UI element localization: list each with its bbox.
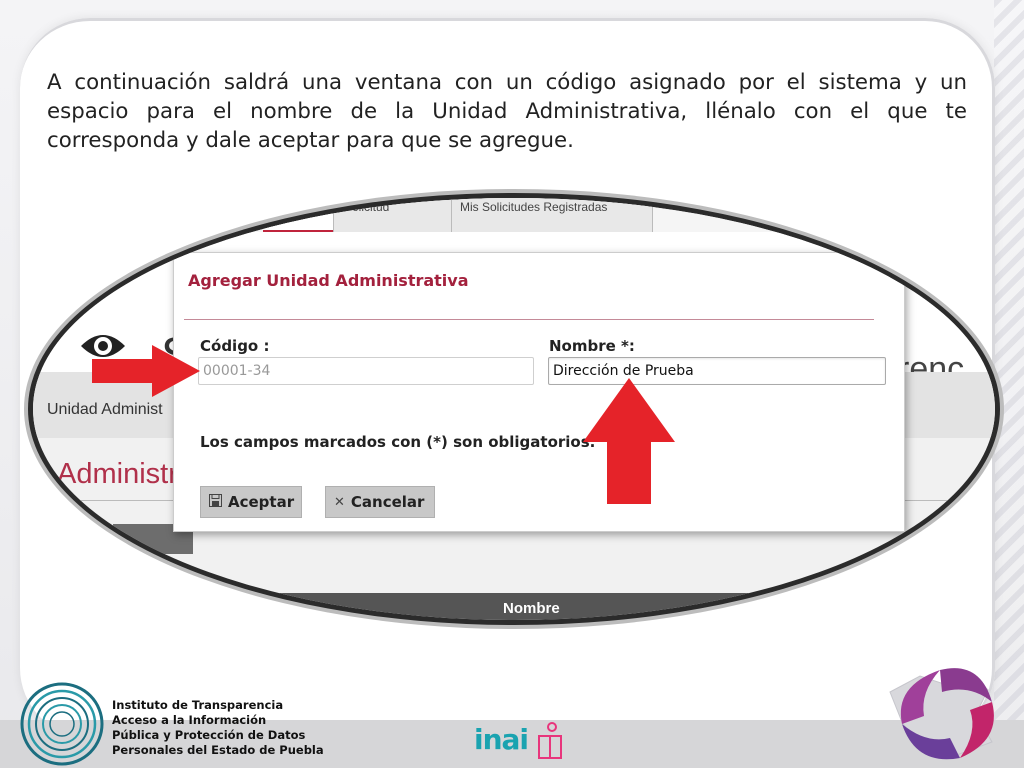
cancelar-label: Cancelar bbox=[350, 493, 425, 511]
institute-line: Pública y Protección de Datos bbox=[112, 728, 306, 742]
institute-line: Personales del Estado de Puebla bbox=[112, 743, 324, 757]
tab-mis-solicitudes-label: Mis Solicitudes Registradas bbox=[460, 200, 608, 214]
close-icon: ✕ bbox=[334, 494, 345, 510]
instructions-text: A continuación saldrá una ventana con un… bbox=[47, 70, 967, 153]
required-note: Los campos marcados con (*) son obligato… bbox=[200, 433, 596, 451]
itaipue-logo-icon bbox=[20, 682, 104, 766]
aceptar-button[interactable]: Aceptar bbox=[200, 486, 302, 518]
codigo-label: Código : bbox=[200, 337, 270, 355]
modal-title-divider bbox=[184, 319, 874, 320]
add-unit-modal: Agregar Unidad Administrativa Código : 0… bbox=[173, 252, 905, 532]
codigo-field[interactable]: 00001-34 bbox=[198, 357, 534, 385]
arrow-up-icon bbox=[583, 378, 675, 504]
institute-line: Acceso a la Información bbox=[112, 713, 267, 727]
screenshot-ellipse: Solicitud Mis Solicitudes Registradas S … bbox=[33, 198, 995, 620]
institute-line: Instituto de Transparencia bbox=[112, 698, 284, 712]
table-header-nombre: Nombre bbox=[503, 600, 560, 617]
breadcrumb[interactable]: Unidad Administ bbox=[47, 401, 163, 419]
background-tabs-bar: Solicitud Mis Solicitudes Registradas bbox=[33, 198, 995, 233]
modal-title: Agregar Unidad Administrativa bbox=[188, 271, 469, 290]
nombre-label: Nombre *: bbox=[549, 337, 635, 355]
save-icon bbox=[209, 493, 222, 511]
puebla-map-logo-icon bbox=[889, 668, 994, 760]
institute-name: Instituto de Transparencia Acceso a la I… bbox=[112, 698, 324, 758]
tab-solicitud[interactable]: Solicitud bbox=[333, 198, 452, 232]
decorative-pattern bbox=[994, 0, 1024, 768]
aceptar-label: Aceptar bbox=[228, 493, 295, 511]
arrow-right-icon bbox=[92, 345, 200, 397]
cancelar-button[interactable]: ✕ Cancelar bbox=[325, 486, 435, 518]
tab-mis-solicitudes[interactable]: Mis Solicitudes Registradas bbox=[451, 198, 653, 232]
tab-solicitud-label: Solicitud bbox=[344, 200, 390, 214]
tab-active[interactable] bbox=[263, 198, 333, 233]
inai-person-icon bbox=[538, 722, 562, 759]
inai-logo: inai bbox=[474, 723, 529, 756]
